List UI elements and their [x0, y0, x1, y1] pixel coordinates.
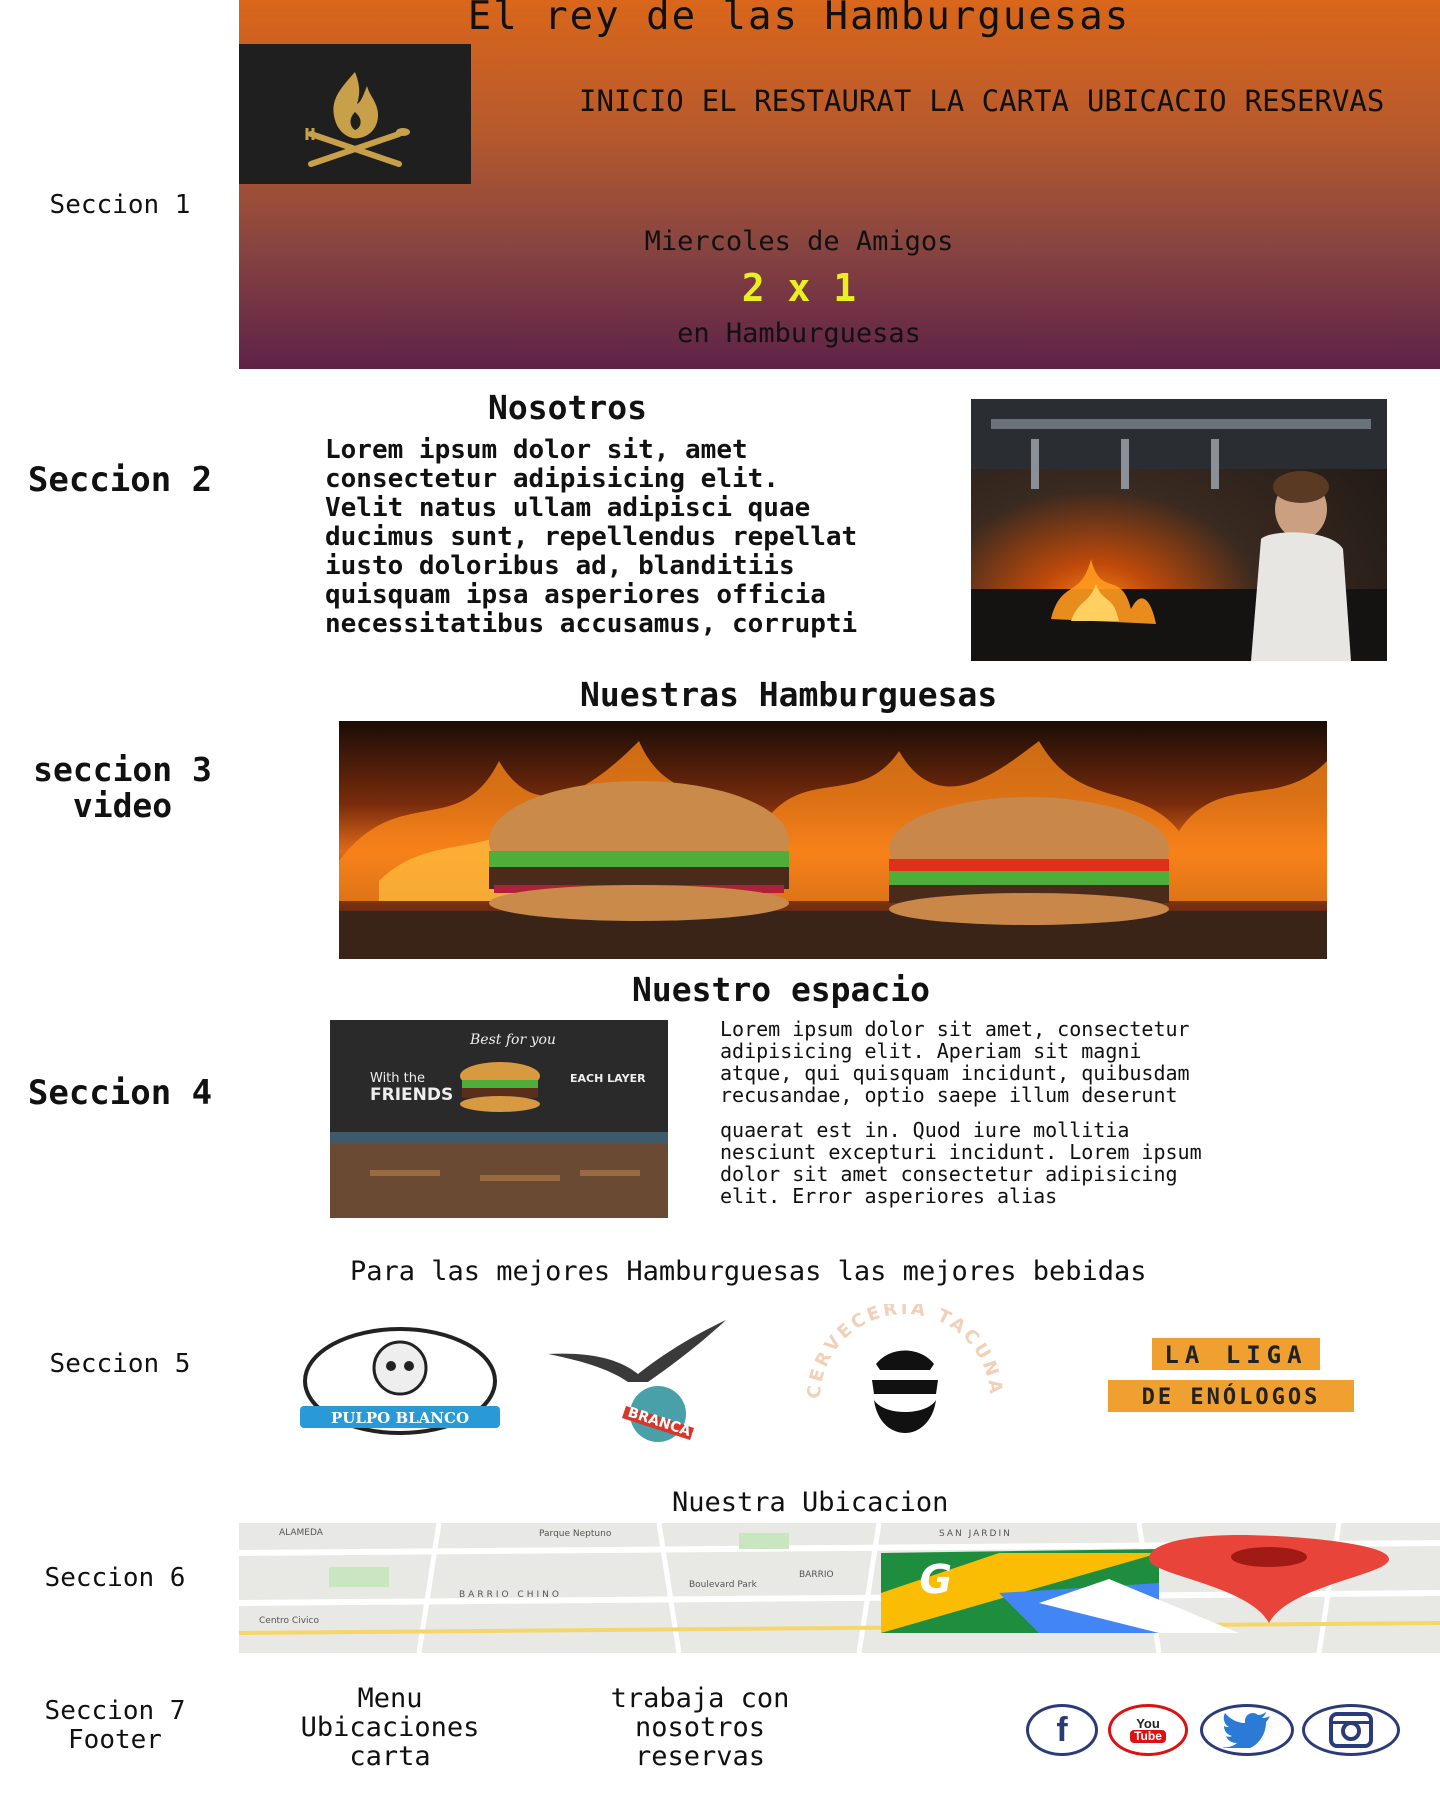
section-2-label: Seccion 2 [27, 460, 213, 500]
youtube-badge: You Tube [1130, 1717, 1166, 1743]
sign-best-for-you: Best for you [469, 1032, 556, 1048]
kitchen-illustration [971, 399, 1387, 661]
map-label-4: Centro Civico [259, 1616, 319, 1626]
nav-inicio[interactable]: INICIO [579, 84, 684, 118]
map-label-3: Boulevard Park [689, 1580, 758, 1590]
youtube-icon[interactable]: You Tube [1108, 1704, 1188, 1756]
section-7-label: Seccion 7 Footer [20, 1697, 210, 1755]
hero-header: El rey de las Hamburguesas INICIO EL REST… [239, 0, 1440, 369]
sign-each-layer: EACH LAYER [570, 1072, 646, 1085]
la-liga-line1: LA LIGA [1164, 1341, 1307, 1369]
nav-reservas[interactable]: RESERVAS [1245, 84, 1385, 118]
kitchen-photo [971, 399, 1387, 661]
section-7-label-line1: Seccion 7 [44, 1696, 186, 1726]
map-label-1: Parque Neptuno [539, 1529, 612, 1539]
promo-offer: 2 x 1 [741, 266, 857, 310]
twitter-icon[interactable] [1200, 1704, 1294, 1756]
brand-cerveceria[interactable]: CERVECERÍA TACUNA [790, 1297, 1020, 1454]
footer-link-nosotros[interactable]: nosotros [580, 1713, 820, 1742]
section-7-label-line2: Footer [68, 1725, 162, 1755]
la-liga-logo-icon: LA LIGA DE ENÓLOGOS [1108, 1338, 1354, 1412]
drinks-title: Para las mejores Hamburguesas las mejore… [350, 1256, 1147, 1287]
facebook-icon[interactable]: f [1026, 1704, 1098, 1756]
section-4-label: Seccion 4 [27, 1073, 213, 1113]
section-3-label: seccion 3 video [10, 752, 235, 824]
nav-el-restaurat[interactable]: EL RESTAURAT [702, 84, 912, 118]
about-text: Lorem ipsum dolor sit, amet consectetur … [325, 435, 858, 639]
space-text-1: Lorem ipsum dolor sit amet, consectetur … [720, 1017, 1190, 1107]
footer-link-menu[interactable]: Menu [280, 1684, 500, 1713]
logo[interactable] [239, 44, 471, 184]
sign-friends: FRIENDS [370, 1085, 453, 1105]
footer-link-reservas[interactable]: reservas [580, 1742, 820, 1771]
burger-illustration [339, 741, 1327, 959]
footer-link-carta[interactable]: carta [280, 1742, 500, 1771]
promo-title: Miercoles de Amigos [644, 226, 954, 257]
space-title: Nuestro espacio [632, 970, 931, 1009]
section-1-label: Seccion 1 [49, 190, 191, 220]
burger-video[interactable] [339, 721, 1327, 959]
nav-ubicacio[interactable]: UBICACIO [1087, 84, 1227, 118]
location-map[interactable]: Parque Neptuno BARRIO CHINO Boulevard Pa… [239, 1523, 1440, 1653]
footer-link-trabaja[interactable]: trabaja con [580, 1684, 820, 1713]
section-3-label-line1: seccion 3 [33, 750, 212, 789]
la-liga-line2: DE ENÓLOGOS [1142, 1384, 1321, 1410]
location-title: Nuestra Ubicacion [672, 1487, 949, 1518]
main-nav: INICIO EL RESTAURAT LA CARTA UBICACIO RESERV… [579, 84, 1402, 118]
instagram-glyph [1329, 1712, 1373, 1748]
promo-subtitle: en Hamburguesas [677, 318, 921, 349]
nav-la-carta[interactable]: LA CARTA [929, 84, 1069, 118]
flame-fork-logo-icon [305, 72, 410, 167]
branca-eagle-logo-icon: BRANCA [548, 1320, 726, 1442]
footer-link-ubicaciones[interactable]: Ubicaciones [280, 1713, 500, 1742]
section-5-label: Seccion 5 [49, 1349, 191, 1379]
about-title: Nosotros [488, 388, 647, 427]
section-6-label: Seccion 6 [44, 1563, 186, 1593]
brand-pulpo-blanco[interactable]: PULPO BLANCO [300, 1326, 500, 1436]
brand-la-liga-de-enologos[interactable]: LA LIGA DE ENÓLOGOS [1108, 1338, 1354, 1418]
space-text-2: quaerat est in. Quod iure mollitia nesci… [720, 1118, 1202, 1208]
twitter-bird-glyph [1222, 1712, 1270, 1748]
pulpo-blanco-text: PULPO BLANCO [331, 1409, 469, 1427]
footer-col-1: Menu Ubicaciones carta [280, 1684, 500, 1771]
brand-branca[interactable]: BRANCA [548, 1318, 728, 1442]
restaurant-space-photo: Best for you With the FRIENDS EACH LAYER [330, 1020, 668, 1218]
pulpo-blanco-logo-icon: PULPO BLANCO [300, 1327, 500, 1435]
restaurant-illustration: Best for you With the FRIENDS EACH LAYER [330, 1020, 668, 1218]
footer-col-2: trabaja con nosotros reservas [580, 1684, 820, 1771]
site-title: El rey de las Hamburguesas [467, 0, 1131, 39]
cerveceria-logo-icon: CERVECERÍA TACUNA [804, 1297, 1003, 1433]
burgers-title: Nuestras Hamburguesas [580, 675, 998, 714]
map-label-5: SAN JARDIN [939, 1529, 1012, 1539]
youtube-tube: Tube [1130, 1730, 1166, 1743]
instagram-icon[interactable] [1302, 1704, 1400, 1756]
map-label-6: BARRIO [799, 1570, 834, 1580]
sign-with-the: With the [370, 1071, 425, 1086]
map-illustration: Parque Neptuno BARRIO CHINO Boulevard Pa… [239, 1523, 1440, 1653]
map-pin-icon [1149, 1535, 1389, 1623]
section-3-label-line2: video [72, 786, 173, 825]
map-label-2: BARRIO CHINO [459, 1590, 562, 1600]
map-label-7: ALAMEDA [279, 1528, 324, 1538]
